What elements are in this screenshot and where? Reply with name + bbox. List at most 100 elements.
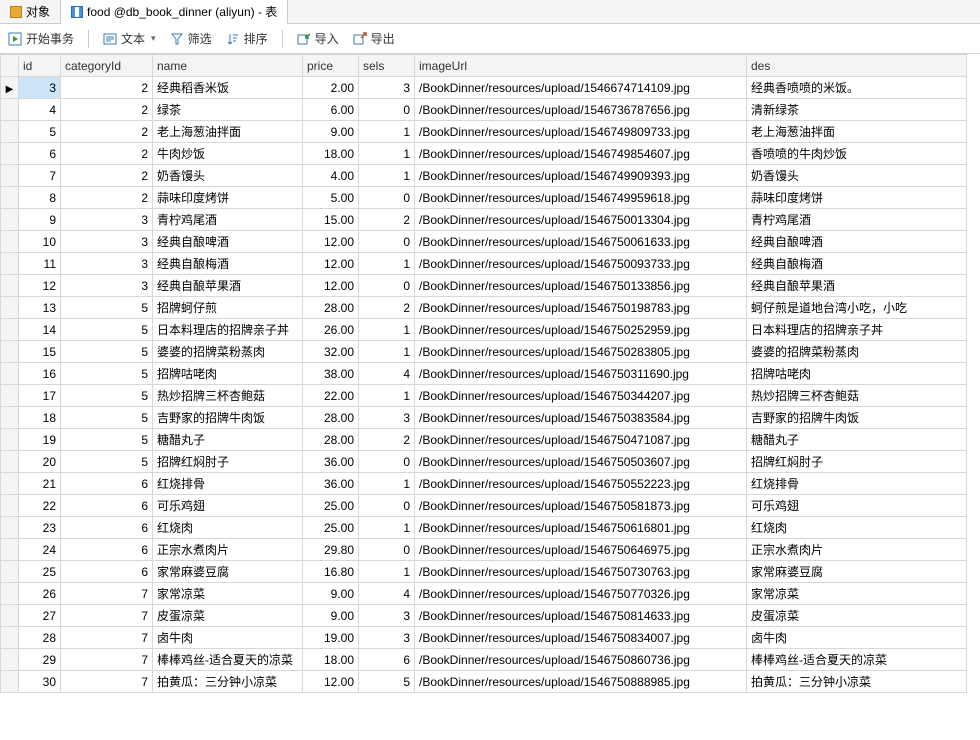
cell-sels[interactable]: 1 [359,319,415,341]
cell-price[interactable]: 36.00 [303,451,359,473]
cell-imageUrl[interactable]: /BookDinner/resources/upload/15467503442… [415,385,747,407]
row-indicator[interactable] [1,473,19,495]
cell-imageUrl[interactable]: /BookDinner/resources/upload/15467498546… [415,143,747,165]
cell-price[interactable]: 9.00 [303,121,359,143]
cell-price[interactable]: 18.00 [303,143,359,165]
cell-categoryId[interactable]: 5 [61,429,153,451]
cell-sels[interactable]: 0 [359,99,415,121]
cell-sels[interactable]: 3 [359,605,415,627]
cell-categoryId[interactable]: 7 [61,605,153,627]
cell-imageUrl[interactable]: /BookDinner/resources/upload/15467501987… [415,297,747,319]
table-row[interactable]: 216红烧排骨36.001/BookDinner/resources/uploa… [1,473,967,495]
cell-sels[interactable]: 6 [359,649,415,671]
cell-price[interactable]: 26.00 [303,319,359,341]
cell-price[interactable]: 12.00 [303,671,359,693]
cell-price[interactable]: 25.00 [303,495,359,517]
cell-id[interactable]: 17 [19,385,61,407]
cell-imageUrl[interactable]: /BookDinner/resources/upload/15467508340… [415,627,747,649]
cell-name[interactable]: 老上海葱油拌面 [153,121,303,143]
cell-price[interactable]: 36.00 [303,473,359,495]
cell-id[interactable]: 10 [19,231,61,253]
table-row[interactable]: 93青柠鸡尾酒15.002/BookDinner/resources/uploa… [1,209,967,231]
cell-price[interactable]: 18.00 [303,649,359,671]
cell-des[interactable]: 棒棒鸡丝-适合夏天的凉菜 [747,649,967,671]
cell-des[interactable]: 婆婆的招牌菜粉蒸肉 [747,341,967,363]
begin-transaction-button[interactable]: 开始事务 [8,30,74,47]
row-indicator[interactable] [1,517,19,539]
cell-sels[interactable]: 2 [359,429,415,451]
cell-des[interactable]: 正宗水煮肉片 [747,539,967,561]
row-indicator[interactable] [1,231,19,253]
cell-sels[interactable]: 1 [359,517,415,539]
cell-imageUrl[interactable]: /BookDinner/resources/upload/15467499093… [415,165,747,187]
cell-sels[interactable]: 0 [359,451,415,473]
row-indicator[interactable] [1,561,19,583]
cell-imageUrl[interactable]: /BookDinner/resources/upload/15467367876… [415,99,747,121]
cell-name[interactable]: 青柠鸡尾酒 [153,209,303,231]
cell-name[interactable]: 家常麻婆豆腐 [153,561,303,583]
cell-price[interactable]: 28.00 [303,407,359,429]
cell-categoryId[interactable]: 5 [61,407,153,429]
cell-sels[interactable]: 1 [359,561,415,583]
cell-des[interactable]: 日本料理店的招牌亲子丼 [747,319,967,341]
row-indicator[interactable] [1,275,19,297]
cell-imageUrl[interactable]: /BookDinner/resources/upload/15467502529… [415,319,747,341]
cell-des[interactable]: 招牌咕咾肉 [747,363,967,385]
row-indicator[interactable] [1,495,19,517]
cell-categoryId[interactable]: 3 [61,275,153,297]
cell-des[interactable]: 招牌红焖肘子 [747,451,967,473]
table-row[interactable]: 307拍黄瓜：三分钟小凉菜12.005/BookDinner/resources… [1,671,967,693]
cell-name[interactable]: 皮蛋凉菜 [153,605,303,627]
cell-name[interactable]: 家常凉菜 [153,583,303,605]
table-row[interactable]: 185吉野家的招牌牛肉饭28.003/BookDinner/resources/… [1,407,967,429]
cell-sels[interactable]: 1 [359,253,415,275]
cell-id[interactable]: 15 [19,341,61,363]
cell-id[interactable]: 22 [19,495,61,517]
cell-id[interactable]: 7 [19,165,61,187]
cell-name[interactable]: 吉野家的招牌牛肉饭 [153,407,303,429]
row-indicator[interactable] [1,297,19,319]
table-row[interactable]: 155婆婆的招牌菜粉蒸肉32.001/BookDinner/resources/… [1,341,967,363]
cell-imageUrl[interactable]: /BookDinner/resources/upload/15466747141… [415,77,747,99]
row-indicator[interactable] [1,385,19,407]
cell-categoryId[interactable]: 7 [61,627,153,649]
cell-id[interactable]: 11 [19,253,61,275]
cell-sels[interactable]: 1 [359,165,415,187]
cell-imageUrl[interactable]: /BookDinner/resources/upload/15467503835… [415,407,747,429]
table-row[interactable]: 236红烧肉25.001/BookDinner/resources/upload… [1,517,967,539]
column-header-des[interactable]: des [747,55,967,77]
cell-sels[interactable]: 0 [359,495,415,517]
cell-des[interactable]: 蒜味印度烤饼 [747,187,967,209]
cell-sels[interactable]: 0 [359,539,415,561]
cell-id[interactable]: 27 [19,605,61,627]
cell-id[interactable]: 3 [19,77,61,99]
row-indicator[interactable] [1,319,19,341]
cell-des[interactable]: 青柠鸡尾酒 [747,209,967,231]
cell-imageUrl[interactable]: /BookDinner/resources/upload/15467506168… [415,517,747,539]
cell-id[interactable]: 23 [19,517,61,539]
cell-imageUrl[interactable]: /BookDinner/resources/upload/15467501338… [415,275,747,297]
cell-name[interactable]: 经典自酿啤酒 [153,231,303,253]
row-indicator[interactable] [1,407,19,429]
table-row[interactable]: 165招牌咕咾肉38.004/BookDinner/resources/uplo… [1,363,967,385]
cell-name[interactable]: 奶香馒头 [153,165,303,187]
table-row[interactable]: 226可乐鸡翅25.000/BookDinner/resources/uploa… [1,495,967,517]
row-indicator[interactable] [1,341,19,363]
cell-price[interactable]: 9.00 [303,605,359,627]
cell-price[interactable]: 6.00 [303,99,359,121]
table-row[interactable]: 267家常凉菜9.004/BookDinner/resources/upload… [1,583,967,605]
row-indicator[interactable]: ▶ [1,77,19,99]
column-header-imageurl[interactable]: imageUrl [415,55,747,77]
cell-sels[interactable]: 0 [359,275,415,297]
cell-id[interactable]: 16 [19,363,61,385]
cell-id[interactable]: 14 [19,319,61,341]
cell-name[interactable]: 招牌咕咾肉 [153,363,303,385]
row-indicator[interactable] [1,143,19,165]
cell-name[interactable]: 正宗水煮肉片 [153,539,303,561]
cell-des[interactable]: 糖醋丸子 [747,429,967,451]
cell-id[interactable]: 30 [19,671,61,693]
cell-id[interactable]: 25 [19,561,61,583]
cell-id[interactable]: 26 [19,583,61,605]
cell-des[interactable]: 经典自酿梅酒 [747,253,967,275]
table-row[interactable]: 113经典自酿梅酒12.001/BookDinner/resources/upl… [1,253,967,275]
